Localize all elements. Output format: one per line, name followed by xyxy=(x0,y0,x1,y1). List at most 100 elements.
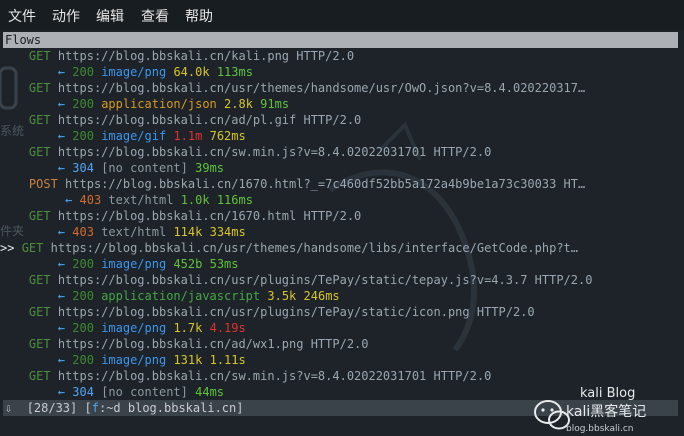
flow-content-type: image/png xyxy=(101,65,167,79)
flow-method: GET xyxy=(28,145,51,159)
flow-response-line[interactable]: ← 200 image/gif 1.1m 762ms xyxy=(0,128,246,144)
flow-cursor: >> xyxy=(0,241,15,255)
flow-request-line[interactable]: GET https://blog.bbskali.cn/1670.html HT… xyxy=(0,208,361,224)
flow-response-line[interactable]: ← 403 text/html 1.0k 116ms xyxy=(0,192,253,208)
response-arrow-icon: ← xyxy=(57,257,66,271)
flow-request-line[interactable]: GET https://blog.bbskali.cn/sw.min.js?v=… xyxy=(0,368,491,384)
filter-bracket: [ xyxy=(84,401,92,415)
flow-request-line[interactable]: GET https://blog.bbskali.cn/ad/wx1.png H… xyxy=(0,336,369,352)
flow-status-code: 200 xyxy=(72,129,94,143)
flow-request-line[interactable]: GET https://blog.bbskali.cn/kali.png HTT… xyxy=(0,48,354,64)
flows-panel-title: Flows xyxy=(3,32,678,48)
scroll-down-icon: ⇩ xyxy=(5,401,13,415)
flow-url: https://blog.bbskali.cn/ad/pl.gif HTTP/2… xyxy=(57,113,362,127)
flow-size: 3.5k xyxy=(267,289,297,303)
flow-request-line[interactable]: GET https://blog.bbskali.cn/usr/themes/h… xyxy=(0,80,585,96)
kali-dragon-outline xyxy=(328,169,478,352)
flow-method: GET xyxy=(21,241,44,255)
flow-method: GET xyxy=(28,369,51,383)
flow-response-line[interactable]: ← 304 [no content] 39ms xyxy=(0,160,224,176)
flow-response-line[interactable]: ← 200 image/png 131k 1.11s xyxy=(0,352,246,368)
flow-content-type: image/png xyxy=(101,353,167,367)
flow-method: GET xyxy=(28,209,51,223)
flow-status-code: 304 xyxy=(72,385,94,399)
flow-response-line[interactable]: ← 200 image/png 452b 53ms xyxy=(0,256,239,272)
flow-url: https://blog.bbskali.cn/usr/themes/hands… xyxy=(50,241,579,255)
flow-response-line[interactable]: ← 403 text/html 114k 334ms xyxy=(0,224,246,240)
response-arrow-icon: ← xyxy=(57,289,66,303)
flow-size: 1.0k xyxy=(180,193,210,207)
response-arrow-icon: ← xyxy=(57,225,66,239)
menu-action[interactable]: 动作 xyxy=(52,6,80,26)
filter-key: f xyxy=(91,401,99,415)
flow-size: 114k xyxy=(173,225,203,239)
flow-method: GET xyxy=(28,113,51,127)
flow-size: 452b xyxy=(173,257,203,271)
flow-size: 1.7k xyxy=(173,321,203,335)
menu-bar: 文件 动作 编辑 查看 帮助 xyxy=(0,0,684,30)
menu-edit[interactable]: 编辑 xyxy=(96,6,124,26)
flow-size: 1.1m xyxy=(173,129,203,143)
flow-content-type: application/javascript xyxy=(101,289,261,303)
flow-response-line[interactable]: ← 200 application/javascript 3.5k 246ms xyxy=(0,288,340,304)
response-arrow-icon: ← xyxy=(57,97,66,111)
flow-status-code: 200 xyxy=(72,257,94,271)
flow-duration: 246ms xyxy=(303,289,340,303)
flow-content-type: application/json xyxy=(101,97,217,111)
flow-method: GET xyxy=(28,305,51,319)
menu-view[interactable]: 查看 xyxy=(141,6,169,26)
flow-status-code: 200 xyxy=(72,97,94,111)
flow-request-line[interactable]: GET https://blog.bbskali.cn/ad/pl.gif HT… xyxy=(0,112,361,128)
flow-content-type: text/html xyxy=(108,193,174,207)
flow-url: https://blog.bbskali.cn/kali.png HTTP/2.… xyxy=(57,49,355,63)
response-arrow-icon: ← xyxy=(57,161,66,175)
flow-status-code: 403 xyxy=(72,225,94,239)
flow-method: GET xyxy=(28,337,51,351)
flow-content-type: image/gif xyxy=(101,129,167,143)
flow-status-code: 200 xyxy=(72,353,94,367)
response-arrow-icon: ← xyxy=(57,65,66,79)
flow-duration: 1.11s xyxy=(209,353,246,367)
flow-content-type: image/png xyxy=(101,257,167,271)
flow-url: https://blog.bbskali.cn/usr/plugins/TePa… xyxy=(57,273,593,287)
flow-method: GET xyxy=(28,273,51,287)
watermark-name: kali黑客笔记 xyxy=(566,404,647,420)
flow-duration: 91ms xyxy=(260,97,290,111)
response-arrow-icon: ← xyxy=(57,129,66,143)
flow-content-type: [no content] xyxy=(101,385,188,399)
terminal-window[interactable]: 系统 件夹 Flows GET https://blog.bbskali.cn/… xyxy=(0,30,684,436)
flow-duration: 334ms xyxy=(209,225,246,239)
flow-response-line[interactable]: ← 200 image/png 1.7k 4.19s xyxy=(0,320,246,336)
flow-request-line[interactable]: >> GET https://blog.bbskali.cn/usr/theme… xyxy=(0,240,578,256)
flow-duration: 53ms xyxy=(209,257,239,271)
flow-method: POST xyxy=(28,177,58,191)
menu-file[interactable]: 文件 xyxy=(8,6,36,26)
flow-response-line[interactable]: ← 200 image/png 64.0k 113ms xyxy=(0,64,253,80)
flow-content-type: [no content] xyxy=(101,161,188,175)
response-arrow-icon: ← xyxy=(57,385,66,399)
flow-url: https://blog.bbskali.cn/sw.min.js?v=8.4.… xyxy=(57,369,492,383)
flow-method: GET xyxy=(28,49,51,63)
flow-duration: 4.19s xyxy=(209,321,246,335)
flow-request-line[interactable]: GET https://blog.bbskali.cn/usr/plugins/… xyxy=(0,304,535,320)
flow-status-code: 403 xyxy=(79,193,102,207)
flow-url: https://blog.bbskali.cn/usr/plugins/TePa… xyxy=(57,305,535,319)
flow-content-type: image/png xyxy=(101,321,167,335)
flow-response-line[interactable]: ← 304 [no content] 44ms xyxy=(0,384,224,400)
flow-response-line[interactable]: ← 200 application/json 2.8k 91ms xyxy=(0,96,289,112)
flow-duration: 113ms xyxy=(216,65,253,79)
response-arrow-icon: ← xyxy=(57,321,66,335)
watermark-title: kali Blog xyxy=(580,386,636,401)
flow-duration: 44ms xyxy=(195,385,225,399)
flow-size: 2.8k xyxy=(224,97,253,111)
menu-help[interactable]: 帮助 xyxy=(185,6,213,26)
flow-request-line[interactable]: POST https://blog.bbskali.cn/1670.html?_… xyxy=(0,176,585,192)
flow-url: https://blog.bbskali.cn/1670.html HTTP/2… xyxy=(57,209,362,223)
flow-request-line[interactable]: GET https://blog.bbskali.cn/usr/plugins/… xyxy=(0,272,593,288)
flow-size: 131k xyxy=(173,353,203,367)
flow-url: https://blog.bbskali.cn/1670.html?_=7c46… xyxy=(65,177,586,191)
flow-request-line[interactable]: GET https://blog.bbskali.cn/sw.min.js?v=… xyxy=(0,144,491,160)
flow-status-code: 304 xyxy=(72,161,94,175)
flow-size: 64.0k xyxy=(173,65,210,79)
flow-content-type: text/html xyxy=(101,225,167,239)
